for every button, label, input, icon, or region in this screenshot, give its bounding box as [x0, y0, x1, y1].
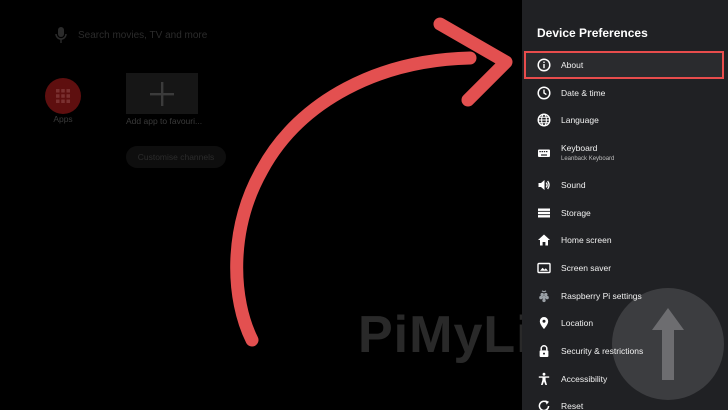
- menu-item-label: Location: [561, 318, 594, 329]
- screen-saver-icon: [537, 261, 551, 275]
- menu-item-label: Language: [561, 115, 599, 126]
- info-icon: [537, 58, 551, 72]
- menu-item-label: Screen saver: [561, 262, 612, 273]
- menu-item-label: Storage: [561, 207, 591, 218]
- menu-item-label: About: [561, 59, 584, 70]
- keyboard-icon: [537, 146, 551, 160]
- menu-item-storage[interactable]: Storage: [522, 199, 728, 227]
- customise-channels-button[interactable]: Customise channels: [126, 146, 226, 168]
- menu-item-keyboard[interactable]: Keyboard Leanback Keyboard: [522, 134, 728, 171]
- watermark-logo: [612, 288, 724, 400]
- apps-grid-icon: [56, 89, 70, 103]
- raspberry-icon: [537, 289, 551, 303]
- menu-item-screen-saver[interactable]: Screen saver: [522, 254, 728, 282]
- menu-item-label: Home screen: [561, 235, 612, 246]
- menu-item-sound[interactable]: Sound: [522, 171, 728, 199]
- panel-title: Device Preferences: [537, 26, 648, 40]
- search-placeholder: Search movies, TV and more: [78, 29, 208, 41]
- add-app-tile[interactable]: [126, 73, 198, 114]
- apps-label: Apps: [53, 114, 73, 124]
- menu-item-date-time[interactable]: Date & time: [522, 79, 728, 107]
- globe-icon: [537, 113, 551, 127]
- clock-icon: [537, 85, 551, 100]
- menu-item-home-screen[interactable]: Home screen: [522, 226, 728, 254]
- menu-item-sublabel: Leanback Keyboard: [561, 156, 615, 163]
- add-app-label: Add app to favouri...: [126, 116, 203, 126]
- plus-icon: [150, 81, 174, 106]
- reset-icon: [537, 399, 551, 410]
- accessibility-icon: [537, 372, 551, 386]
- lock-icon: [537, 344, 551, 358]
- menu-item-label: Date & time: [561, 87, 606, 98]
- storage-icon: [537, 206, 551, 220]
- up-arrow-icon: [652, 308, 684, 380]
- microphone-icon[interactable]: [54, 26, 68, 44]
- menu-item-label: Sound: [561, 179, 586, 190]
- speaker-icon: [537, 178, 551, 192]
- menu-item-language[interactable]: Language: [522, 106, 728, 134]
- menu-item-label: Keyboard: [561, 143, 598, 154]
- location-pin-icon: [537, 316, 551, 330]
- menu-item-label: Accessibility: [561, 373, 608, 384]
- menu-item-about[interactable]: About: [524, 51, 724, 79]
- menu-item-label: Reset: [561, 401, 584, 410]
- home-icon: [537, 233, 551, 247]
- apps-button[interactable]: [45, 78, 81, 114]
- search-bar[interactable]: Search movies, TV and more: [54, 26, 207, 44]
